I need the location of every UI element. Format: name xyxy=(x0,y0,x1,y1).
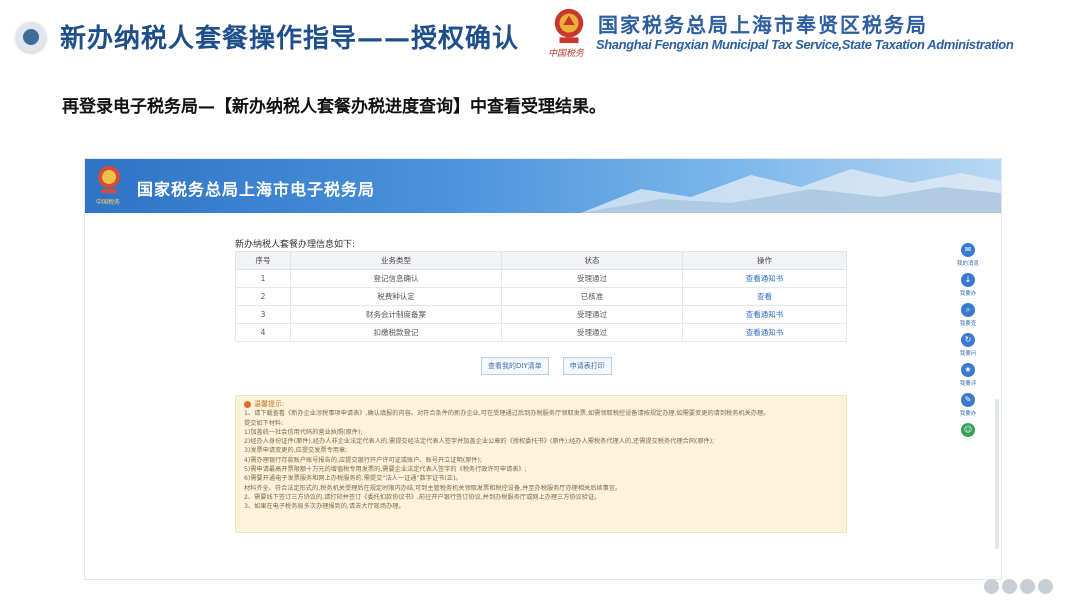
notice-line: 2、需要线下签订三方协议的,请打印并签订《委托扣款协议书》,前往开户银行签订协议… xyxy=(244,493,601,501)
table-row: 2 税费种认定 已核准 查看 xyxy=(235,287,847,306)
pager-dot[interactable] xyxy=(984,579,999,594)
notice-icon xyxy=(244,401,251,409)
notice-line: 4)需办理银行存款账户账号报告的,应提交银行开户许可证或账户、账号开立证明(原件… xyxy=(244,456,482,464)
row-no: 1 xyxy=(235,269,291,288)
download-icon: ↓ xyxy=(960,273,975,287)
row-no: 2 xyxy=(235,287,291,306)
table-row: 3 财务会计制度备案 受理通过 查看通知书 xyxy=(235,305,847,324)
scrollbar[interactable] xyxy=(995,399,999,549)
tax-emblem-icon xyxy=(554,8,584,44)
star-icon: ★ xyxy=(960,363,975,377)
row-type: 财务会计制度备案 xyxy=(290,305,502,324)
row-type: 登记信息确认 xyxy=(290,269,502,288)
notice-box: 温馨提示: 1、请下载查看《新办企业涉税事项申请表》,确认填报的内容。对符合条件… xyxy=(235,395,847,533)
content-label: 新办纳税人套餐办理信息如下: xyxy=(235,240,356,250)
org-name-en: Shanghai Fengxian Municipal Tax Service,… xyxy=(596,37,1014,52)
row-action-link[interactable]: 查看通知书 xyxy=(682,269,847,288)
col-header-type: 业务类型 xyxy=(290,251,502,270)
emblem-caption: 中国税务 xyxy=(548,49,585,59)
col-header-action: 操作 xyxy=(682,251,847,270)
notice-title-text: 温馨提示: xyxy=(254,400,285,408)
notice-line: 2)经办人身份证件(原件),经办人非企业法定代表人的,需提交经法定代表人签字并加… xyxy=(244,438,715,446)
slide-title: 新办纳税人套餐操作指导——授权确认 xyxy=(60,24,520,54)
search-icon: ⌕ xyxy=(960,303,975,317)
action-buttons: 查看我的DIY清单 申请表打印 xyxy=(481,357,612,375)
rail-item-messages[interactable]: ✉ 我的消息 xyxy=(957,243,979,267)
notice-line: 材料齐全、符合法定形式的,税务机关受理后在规定时限内办结,可到主管税务机关领取发… xyxy=(244,484,622,492)
row-type: 扣缴税款登记 xyxy=(290,323,502,342)
robot-icon: ☺ xyxy=(961,423,975,437)
notice-line: 提交如下材料: xyxy=(244,419,284,427)
rail-item-query[interactable]: ⌕ 我要查 xyxy=(960,303,976,327)
row-no: 3 xyxy=(235,305,291,324)
row-status: 已核准 xyxy=(501,287,683,306)
notice-title: 温馨提示: xyxy=(244,400,838,409)
notice-line: 3、如果在电子税务局多次办理报到的,请去大厅现场办理。 xyxy=(244,503,405,511)
print-button[interactable]: 申请表打印 xyxy=(562,357,612,375)
notice-line: 5)需申请最高开票限额十万元的增值税专用发票的,需要企业法定代表人签字的《税务行… xyxy=(244,466,527,474)
bullet-icon xyxy=(16,22,46,52)
pager xyxy=(984,579,1053,594)
edit-icon: ✎ xyxy=(960,393,975,407)
row-status: 受理通过 xyxy=(501,323,683,342)
pager-dot[interactable] xyxy=(1020,579,1035,594)
great-wall-illustration xyxy=(581,169,1001,213)
rail-item-do[interactable]: ✎ 我要办 xyxy=(960,393,976,417)
row-no: 4 xyxy=(235,323,291,342)
pager-dot[interactable] xyxy=(1038,579,1053,594)
table-row: 1 登记信息确认 受理通过 查看通知书 xyxy=(235,269,847,288)
view-info-button[interactable]: 查看我的DIY清单 xyxy=(481,357,549,375)
row-action-link[interactable]: 查看 xyxy=(682,287,847,306)
portal-screenshot: 中国税务 国家税务总局上海市电子税务局 新办纳税人套餐办理信息如下: 序号 业务… xyxy=(84,158,1002,580)
rail-item-rate[interactable]: ★ 我要评 xyxy=(960,363,976,387)
notice-line: 1、请下载查看《新办企业涉税事项申请表》,确认填报的内容。对符合条件的新办企业,… xyxy=(244,410,770,418)
portal-emblem-caption: 中国税务 xyxy=(96,199,121,206)
progress-table: 序号 业务类型 状态 操作 1 登记信息确认 受理通过 查看通知书 2 税费种认… xyxy=(235,251,847,342)
row-type: 税费种认定 xyxy=(290,287,502,306)
pager-dot[interactable] xyxy=(1002,579,1017,594)
rail-item-ask[interactable]: ↻ 我要问 xyxy=(960,333,976,357)
notice-line: 6)需要开通电子发票服务和网上办税服务的,需提交“法人一证通”数字证书(正)。 xyxy=(244,475,462,483)
refresh-icon: ↻ xyxy=(960,333,975,347)
instruction-text: 再登录电子税务局—【新办纳税人套餐办税进度查询】中查看受理结果。 xyxy=(62,97,606,117)
portal-banner: 中国税务 国家税务总局上海市电子税务局 xyxy=(85,159,1001,213)
rail-item-robot[interactable]: ☺ xyxy=(961,423,975,437)
chat-icon: ✉ xyxy=(960,243,975,257)
row-status: 受理通过 xyxy=(501,269,683,288)
col-header-no: 序号 xyxy=(235,251,291,270)
notice-line: 1)加盖统一社会信用代码的营业执照(原件); xyxy=(244,428,363,436)
row-action-link[interactable]: 查看通知书 xyxy=(682,305,847,324)
col-header-status: 状态 xyxy=(501,251,683,270)
portal-emblem-icon xyxy=(98,166,120,193)
row-status: 受理通过 xyxy=(501,305,683,324)
portal-title: 国家税务总局上海市电子税务局 xyxy=(137,180,376,199)
row-action-link[interactable]: 查看通知书 xyxy=(682,323,847,342)
table-row: 4 扣缴税款登记 受理通过 查看通知书 xyxy=(235,323,847,342)
rail-item-handle[interactable]: ↓ 我要办 xyxy=(960,273,976,297)
org-name-cn: 国家税务总局上海市奉贤区税务局 xyxy=(598,13,928,37)
side-rail: ✉ 我的消息 ↓ 我要办 ⌕ 我要查 ↻ 我要问 ★ 我要评 ✎ 我要办 ☺ xyxy=(953,243,983,437)
notice-line: 3)发票申请变更的,应提交发票专用章; xyxy=(244,447,348,455)
